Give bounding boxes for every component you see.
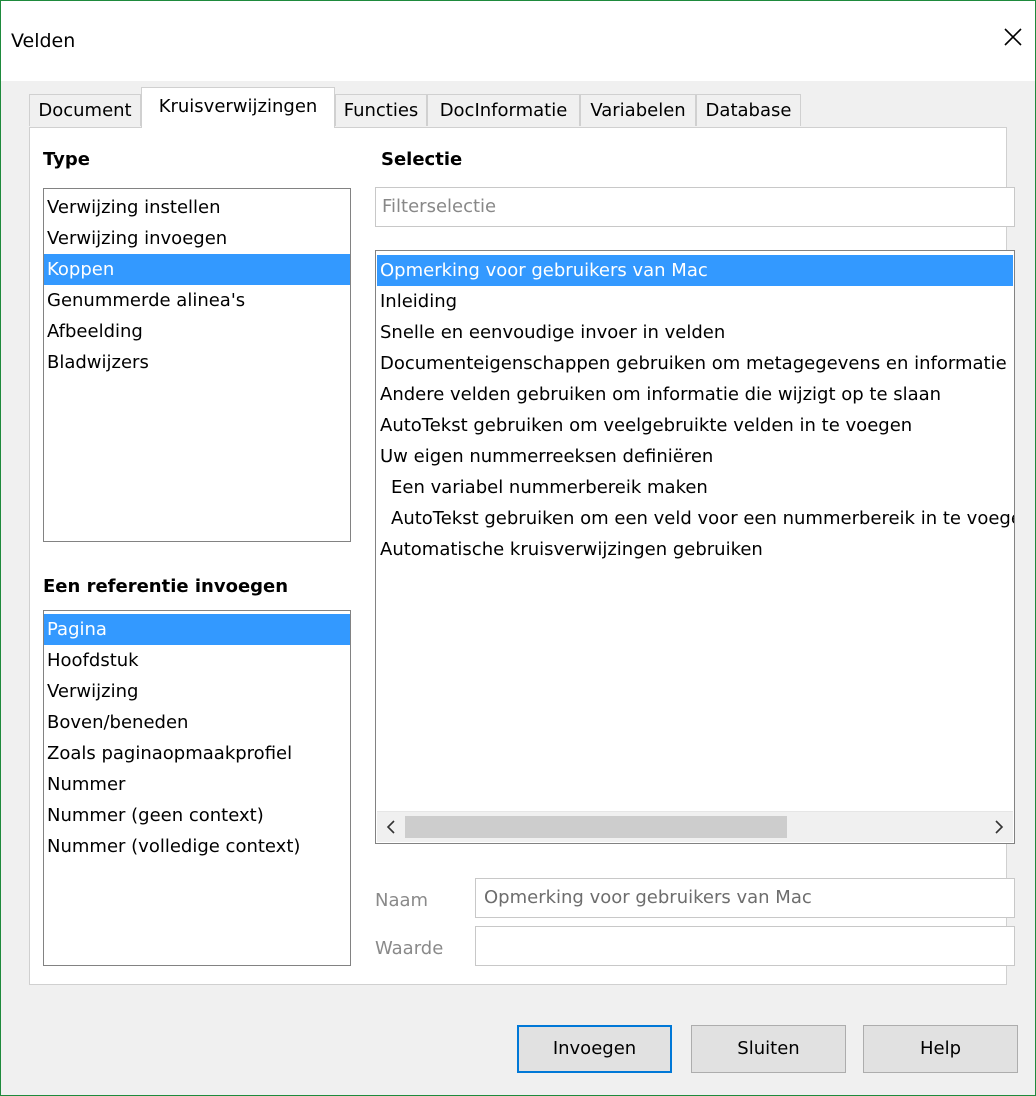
list-item[interactable]: Inleiding [377,286,1013,317]
list-item[interactable]: Verwijzing [44,676,350,707]
title-bar: Velden [1,1,1035,81]
list-item[interactable]: Uw eigen nummerreeksen definiëren [377,441,1013,472]
tab-variables[interactable]: Variabelen [580,94,696,126]
list-item[interactable]: Genummerde alinea's [44,285,350,316]
tab-functions[interactable]: Functies [335,94,427,126]
close-icon[interactable] [991,15,1035,59]
tab-cross-references[interactable]: Kruisverwijzingen [141,87,335,128]
list-item[interactable]: Verwijzing invoegen [44,223,350,254]
tab-docinformation[interactable]: DocInformatie [427,94,580,126]
list-item[interactable]: Documenteigenschappen gebruiken om metag… [377,348,1013,379]
type-heading: Type [43,149,90,170]
list-item[interactable]: Nummer (geen context) [44,800,350,831]
selection-heading: Selectie [381,149,463,170]
scrollbar-thumb[interactable] [405,816,787,838]
list-item[interactable]: Zoals paginaopmaakprofiel [44,738,350,769]
list-item[interactable]: AutoTekst gebruiken om veelgebruikte vel… [377,410,1013,441]
scroll-left-icon[interactable] [377,812,405,842]
close-button[interactable]: Sluiten [691,1025,846,1073]
list-item[interactable]: Bladwijzers [44,347,350,378]
list-item[interactable]: Snelle en eenvoudige invoer in velden [377,317,1013,348]
tab-panel: Type Verwijzing instellen Verwijzing inv… [29,127,1015,985]
tab-database[interactable]: Database [696,94,801,126]
list-item[interactable]: Automatische kruisverwijzingen gebruiken [377,534,1013,565]
filter-input[interactable]: Filterselectie [375,187,1015,227]
list-item[interactable]: Andere velden gebruiken om informatie di… [377,379,1013,410]
horizontal-scrollbar[interactable] [377,811,1013,842]
list-item-selected[interactable]: Opmerking voor gebruikers van Mac [377,255,1013,286]
insert-button[interactable]: Invoegen [517,1025,672,1073]
scroll-right-icon[interactable] [985,812,1013,842]
name-field[interactable]: Opmerking voor gebruikers van Mac [475,878,1015,918]
list-item[interactable]: Nummer [44,769,350,800]
insert-reference-list[interactable]: Pagina Hoofdstuk Verwijzing Boven/benede… [43,610,351,966]
value-field[interactable] [475,926,1015,966]
list-item[interactable]: AutoTekst gebruiken om een veld voor een… [377,503,1014,534]
type-list[interactable]: Verwijzing instellen Verwijzing invoegen… [43,188,351,542]
list-item-selected[interactable]: Koppen [44,254,350,285]
name-label: Naam [375,890,429,911]
list-item[interactable]: Boven/beneden [44,707,350,738]
dialog-title: Velden [11,30,76,52]
insert-reference-heading: Een referentie invoegen [43,576,289,597]
list-item[interactable]: Hoofdstuk [44,645,350,676]
tab-document[interactable]: Document [29,94,141,126]
list-item[interactable]: Afbeelding [44,316,350,347]
selection-list[interactable]: Opmerking voor gebruikers van Mac Inleid… [375,250,1015,844]
list-item-selected[interactable]: Pagina [44,614,350,645]
list-item[interactable]: Verwijzing instellen [44,192,350,223]
fields-dialog: Velden Document Kruisverwijzingen Functi… [0,0,1036,1096]
list-item[interactable]: Een variabel nummerbereik maken [377,472,1013,503]
help-button[interactable]: Help [863,1025,1018,1073]
list-item[interactable]: Nummer (volledige context) [44,831,350,862]
value-label: Waarde [375,938,444,959]
